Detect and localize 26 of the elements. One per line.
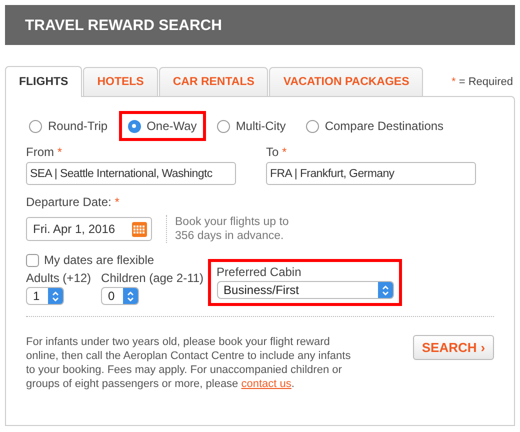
tab[interactable]: FLIGHTS: [5, 66, 82, 97]
field-label: Children (age 2-11): [101, 271, 204, 285]
spinner-icon: [378, 282, 393, 298]
infant-note: For infants under two years old, please book your flight reward online, then call the Aeroplan Contact Centre to include any infants to your booking. Fees may apply. For unaccompanied children or groups of eight passengers or more, please contact us.: [26, 335, 351, 391]
highlighted-radio-option[interactable]: One-Way: [118, 111, 206, 141]
field-label: From *: [26, 145, 64, 159]
spinner-icon: [123, 288, 138, 304]
from-field[interactable]: SEA | Seattle International, Washingtc: [26, 162, 236, 185]
radio-option[interactable]: Multi-City: [208, 111, 295, 141]
field-label: Preferred Cabin: [216, 265, 302, 279]
radio-option[interactable]: Round-Trip: [20, 111, 117, 141]
date-field[interactable]: Fri. Apr 1, 2016: [26, 217, 152, 241]
page-title: TRAVEL REWARD SEARCH: [25, 16, 222, 34]
cabin-select[interactable]: Business/First: [216, 281, 394, 299]
children-select[interactable]: 0: [101, 287, 140, 305]
calendar-icon[interactable]: [132, 222, 147, 236]
field-label: Departure Date: *: [26, 195, 120, 209]
field-label: To *: [266, 145, 288, 159]
booking-hint: Book your flights up to 356 days in advance.: [166, 215, 306, 243]
radio-option[interactable]: Compare Destinations: [296, 111, 453, 141]
required-note: * = Required: [452, 76, 513, 88]
spinner-icon: [48, 288, 63, 304]
to-field[interactable]: FRA | Frankfurt, Germany: [266, 162, 476, 185]
adults-select[interactable]: 1: [26, 287, 64, 305]
field-label: Adults (+12): [26, 271, 92, 285]
flexible-dates-checkbox[interactable]: My dates are flexible: [26, 253, 494, 267]
